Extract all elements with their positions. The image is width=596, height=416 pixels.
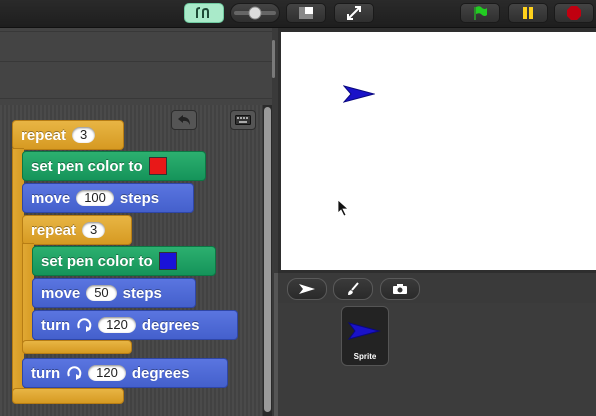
mouse-cursor-icon: [337, 199, 349, 217]
steps-input[interactable]: 50: [86, 285, 117, 301]
repeat-count-input[interactable]: 3: [72, 127, 96, 143]
sprite-name: Sprite: [353, 352, 377, 361]
stop-icon: [567, 6, 581, 20]
scripts-scrollbar[interactable]: [263, 105, 272, 416]
repeat-block-outer[interactable]: repeat 3: [12, 120, 124, 150]
block-label: set pen color to: [41, 252, 153, 270]
block-suffix: degrees: [131, 364, 190, 382]
repeat-block-inner-foot: [22, 340, 132, 354]
stage-size-icon: [299, 7, 313, 19]
app-switch-icon: [196, 7, 209, 18]
color-swatch-red[interactable]: [148, 157, 167, 175]
block-label: move: [41, 284, 81, 302]
divider: [0, 61, 272, 62]
sprite-corral: [278, 303, 596, 416]
green-flag-button[interactable]: [460, 3, 500, 23]
turn-clockwise-icon: [67, 366, 82, 380]
set-pen-color-block[interactable]: set pen color to: [22, 151, 206, 181]
repeat-block-inner[interactable]: repeat 3: [22, 215, 132, 245]
pane-splitter-handle[interactable]: [272, 40, 275, 78]
block-label: repeat: [21, 126, 67, 144]
set-pen-color-block[interactable]: set pen color to: [32, 246, 216, 276]
degrees-input[interactable]: 120: [98, 317, 136, 333]
fullscreen-button[interactable]: [334, 3, 374, 23]
turtle-arrow-icon: [299, 284, 315, 294]
block-label: move: [31, 189, 71, 207]
camera-sprite-button[interactable]: [380, 278, 420, 300]
stage-size-button[interactable]: [286, 3, 326, 23]
pause-button[interactable]: [508, 3, 548, 23]
palette-area: [0, 28, 272, 105]
add-turtle-button[interactable]: [287, 278, 327, 300]
degrees-input[interactable]: 120: [88, 365, 126, 381]
block-label: turn: [31, 364, 61, 382]
turn-degrees-block[interactable]: turn 120 degrees: [22, 358, 228, 388]
repeat-count-input[interactable]: 3: [82, 222, 106, 238]
sprite-thumbnail[interactable]: Sprite: [341, 306, 389, 366]
paintbrush-icon: [348, 282, 359, 295]
green-flag-icon: [474, 6, 487, 20]
pause-icon: [523, 7, 533, 19]
turn-degrees-block[interactable]: turn 120 degrees: [32, 310, 238, 340]
color-swatch-blue[interactable]: [158, 252, 177, 270]
keyboard-entry-button[interactable]: [230, 110, 256, 130]
sprite-arrow-icon[interactable]: [343, 85, 375, 103]
stop-button[interactable]: [554, 3, 594, 23]
block-suffix: steps: [122, 284, 162, 302]
paint-new-sprite-button[interactable]: [333, 278, 373, 300]
camera-icon: [393, 284, 407, 294]
block-label: repeat: [31, 221, 77, 239]
scrollbar-thumb[interactable]: [264, 107, 271, 412]
move-steps-block[interactable]: move 50 steps: [32, 278, 196, 308]
move-steps-block[interactable]: move 100 steps: [22, 183, 194, 213]
keyboard-icon: [235, 115, 251, 125]
undo-button[interactable]: [171, 110, 197, 130]
block-suffix: degrees: [141, 316, 200, 334]
app-mode-toggle[interactable]: [184, 3, 224, 23]
zoom-slider[interactable]: [230, 3, 280, 23]
turn-clockwise-icon: [77, 318, 92, 332]
steps-input[interactable]: 100: [76, 190, 114, 206]
block-label: turn: [41, 316, 71, 334]
divider: [0, 98, 272, 99]
stage[interactable]: [281, 32, 596, 270]
block-suffix: steps: [119, 189, 160, 207]
sprite-arrow-icon: [347, 322, 381, 340]
block-label: set pen color to: [31, 157, 143, 175]
undo-icon: [178, 115, 190, 125]
slider-icon: [234, 6, 276, 20]
fullscreen-icon: [347, 6, 361, 20]
divider: [0, 31, 272, 32]
repeat-block-outer-foot: [12, 388, 124, 404]
